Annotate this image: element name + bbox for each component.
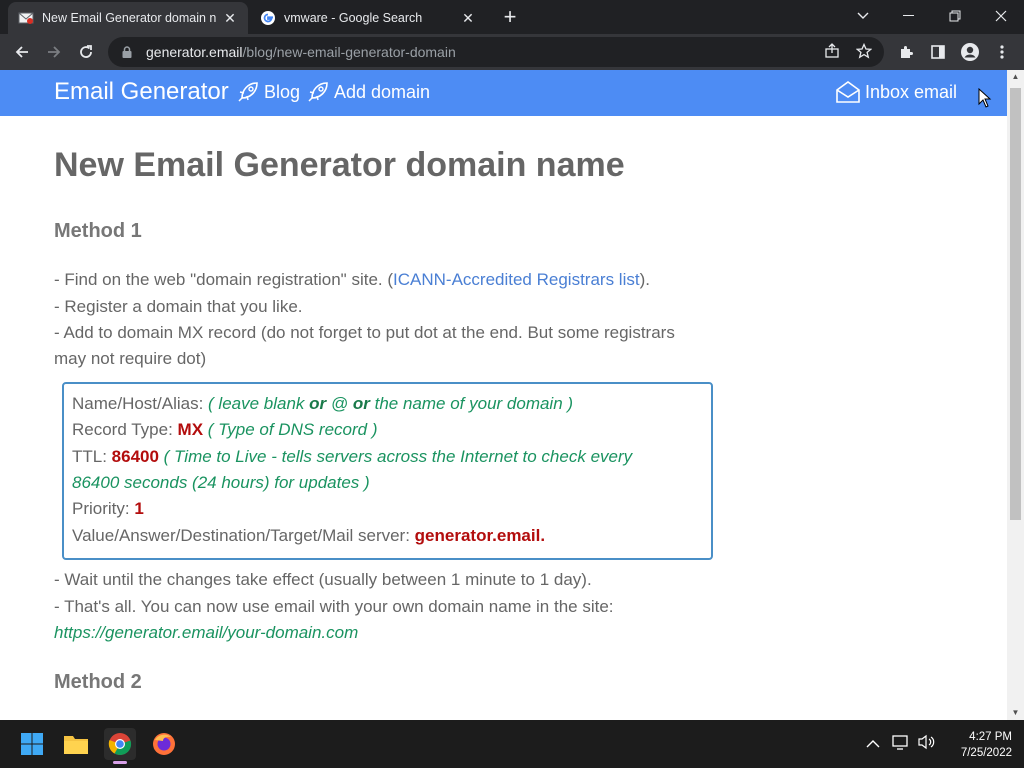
network-icon[interactable] (892, 734, 910, 755)
rocket-icon (308, 82, 328, 102)
share-icon[interactable] (824, 43, 840, 64)
firefox-taskbar-icon[interactable] (148, 728, 180, 760)
envelope-favicon-icon (18, 12, 34, 24)
page-title: New Email Generator domain name (54, 146, 625, 184)
lock-icon[interactable] (120, 45, 134, 59)
dns-record-box: Name/Host/Alias: ( leave blank or @ or t… (62, 382, 713, 560)
tab-title: vmware - Google Search (284, 11, 423, 25)
restore-icon[interactable] (932, 0, 978, 32)
windows-start-icon[interactable] (16, 728, 48, 760)
envelope-open-icon (836, 81, 860, 103)
address-bar[interactable]: generator.email/blog/new-email-generator… (108, 37, 884, 67)
url-text: generator.email/blog/new-email-generator… (146, 44, 456, 60)
active-app-indicator (113, 761, 127, 764)
dns-name-row: Name/Host/Alias: ( leave blank or @ or t… (72, 394, 574, 413)
profile-avatar-icon[interactable] (956, 38, 984, 66)
site-navbar: Email Generator Blog Add domain Inbox em… (0, 70, 1007, 116)
tab-strip: New Email Generator domain name ✕ vmware… (0, 0, 1024, 34)
step-add-mx-line1: - Add to domain MX record (do not forget… (54, 323, 675, 342)
tab-google-search[interactable]: vmware - Google Search ✕ (250, 2, 486, 34)
step-register-domain: - Register a domain that you like. (54, 297, 303, 316)
windows-taskbar: 4:27 PM 7/25/2022 (0, 720, 1024, 768)
new-tab-icon[interactable]: + (498, 6, 522, 30)
browser-menu-icon[interactable] (988, 38, 1016, 66)
dns-ttl-row: TTL: 86400 ( Time to Live - tells server… (72, 447, 633, 466)
extensions-puzzle-icon[interactable] (892, 38, 920, 66)
scroll-down-arrow-icon[interactable]: ▼ (1007, 706, 1024, 720)
dns-type-row: Record Type: MX ( Type of DNS record ) (72, 420, 378, 439)
scrollbar-thumb[interactable] (1010, 88, 1021, 520)
step-wait: - Wait until the changes take effect (us… (54, 570, 592, 589)
method-1-heading: Method 1 (54, 220, 142, 242)
close-tab-icon[interactable]: ✕ (222, 10, 238, 26)
chrome-taskbar-icon[interactable] (104, 728, 136, 760)
step-find-registrar: - Find on the web "domain registration" … (54, 270, 650, 289)
step-done: - That's all. You can now use email with… (54, 597, 614, 616)
clock-date: 7/25/2022 (960, 747, 1012, 759)
dns-server-row: Value/Answer/Destination/Target/Mail ser… (72, 526, 546, 545)
system-clock[interactable]: 4:27 PM 7/25/2022 (961, 729, 1012, 761)
reload-icon[interactable] (72, 38, 100, 66)
dns-ttl-row-continued: 86400 seconds (24 hours) for updates ) (72, 473, 370, 492)
browser-toolbar: generator.email/blog/new-email-generator… (0, 34, 1024, 70)
nav-blog-label: Blog (264, 81, 301, 102)
site-brand-link[interactable]: Email Generator (54, 78, 229, 106)
volume-icon[interactable] (918, 734, 936, 755)
back-arrow-icon[interactable] (8, 38, 36, 66)
close-window-icon[interactable] (978, 0, 1024, 32)
tab-title: New Email Generator domain name (42, 11, 216, 25)
nav-add-domain-label: Add domain (334, 81, 431, 102)
example-domain-url: https://generator.email/your-domain.com (54, 623, 359, 642)
method-2-heading: Method 2 (54, 671, 142, 693)
tab-search-icon[interactable] (840, 0, 886, 32)
forward-arrow-icon[interactable] (40, 38, 68, 66)
step-add-mx-line2: may not require dot) (54, 349, 207, 368)
file-explorer-icon[interactable] (60, 728, 92, 760)
nav-inbox-label: Inbox email (865, 81, 958, 102)
side-panel-icon[interactable] (924, 38, 952, 66)
nav-inbox-link[interactable]: Inbox email (835, 80, 957, 104)
page-viewport: Email Generator Blog Add domain Inbox em… (0, 70, 1007, 720)
nav-blog-link[interactable]: Blog (236, 80, 300, 104)
tab-generator-email[interactable]: New Email Generator domain name ✕ (8, 2, 248, 34)
scroll-up-arrow-icon[interactable]: ▲ (1007, 70, 1024, 84)
page-scrollbar[interactable]: ▲ ▼ (1007, 70, 1024, 720)
dns-priority-row: Priority: 1 (72, 499, 144, 518)
close-tab-icon[interactable]: ✕ (460, 10, 476, 26)
tray-overflow-chevron-icon[interactable] (866, 736, 880, 754)
clock-time: 4:27 PM (969, 731, 1012, 743)
bookmark-star-icon[interactable] (855, 42, 873, 64)
mouse-cursor-icon (978, 88, 992, 108)
icann-registrars-link[interactable]: ICANN-Accredited Registrars list (393, 270, 640, 289)
rocket-icon (238, 82, 258, 102)
google-favicon-icon (261, 11, 275, 25)
minimize-icon[interactable] (886, 0, 932, 32)
nav-add-domain-link[interactable]: Add domain (306, 80, 430, 104)
